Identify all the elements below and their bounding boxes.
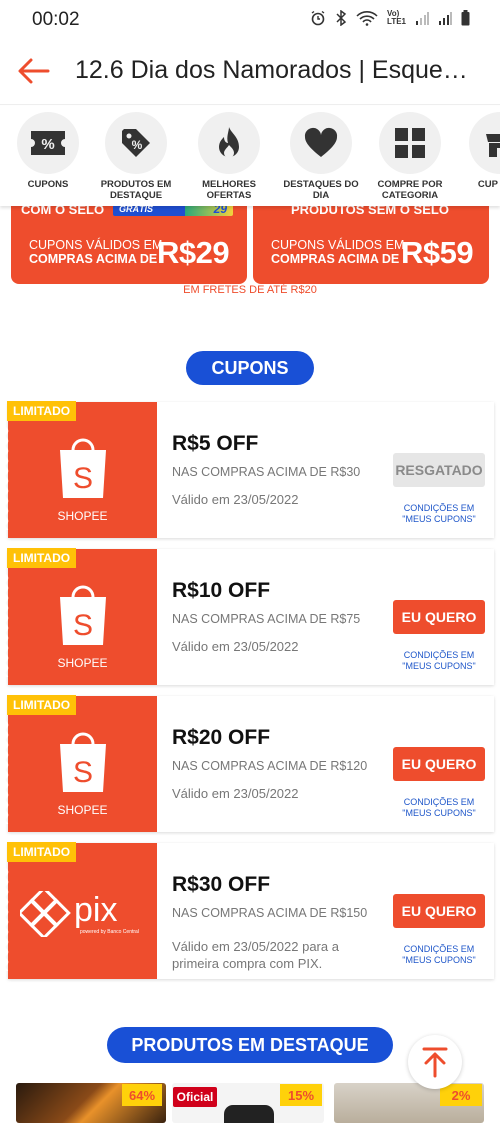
shopee-bag-icon: S — [60, 585, 106, 645]
coupon-min-spend: NAS COMPRAS ACIMA DE R$150 — [172, 906, 368, 920]
store-icon — [469, 112, 500, 174]
category-melhores-ofertas[interactable]: MELHORES OFERTAS — [184, 112, 274, 201]
back-arrow-icon[interactable] — [16, 56, 50, 86]
wifi-icon — [356, 11, 378, 26]
coupon-icon: % — [17, 112, 79, 174]
frete-note: EM FRETES DE ATÉ R$20 — [183, 284, 317, 296]
signal-2-icon — [439, 12, 452, 25]
coupon-min-spend: NAS COMPRAS ACIMA DE R$120 — [172, 759, 368, 773]
coupon-min-spend: NAS COMPRAS ACIMA DE R$30 — [172, 465, 361, 479]
coupon-card: S SHOPEE LIMITADO R$20 OFF NAS COMPRAS A… — [4, 695, 494, 832]
svg-text:S: S — [73, 462, 93, 495]
coupon-amount: R$20 OFF — [172, 726, 271, 749]
conditions-link[interactable]: CONDIÇÕES EM "MEUS CUPONS" — [393, 650, 485, 672]
free-shipping-banners: COM O SELO GRÁTIS 29 CUPONS VÁLIDOS EM C… — [0, 206, 500, 286]
limited-badge: LIMITADO — [7, 842, 77, 862]
svg-text:S: S — [73, 756, 93, 789]
section-title-produtos-destaque: PRODUTOS EM DESTAQUE — [107, 1027, 393, 1063]
limited-badge: LIMITADO — [7, 695, 77, 715]
bluetooth-icon — [336, 10, 347, 26]
banner-amount: R$29 — [157, 235, 230, 270]
coupon-validity: Válido em 23/05/2022 — [172, 786, 299, 801]
coupon-card: S SHOPEE LIMITADO R$10 OFF NAS COMPRAS A… — [4, 548, 494, 685]
scroll-to-top-button[interactable] — [408, 1035, 462, 1089]
grid-icon — [379, 112, 441, 174]
banner-r29[interactable]: COM O SELO GRÁTIS 29 CUPONS VÁLIDOS EM C… — [11, 206, 247, 284]
header: 12.6 Dia dos Namorados | Esque… — [0, 40, 500, 105]
svg-text:powered by Banco Central: powered by Banco Central — [80, 929, 139, 935]
coupon-validity: Válido em 23/05/2022 para a primeira com… — [172, 939, 339, 971]
category-label: DESTAQUES DO DIA — [283, 179, 359, 201]
coupon-brand-panel: S SHOPEE — [4, 696, 157, 832]
coupon-validity: Válido em 23/05/2022 — [172, 639, 299, 654]
coupon-validity: Válido em 23/05/2022 — [172, 492, 299, 507]
coupon-min-spend: NAS COMPRAS ACIMA DE R$75 — [172, 612, 361, 626]
limited-badge: LIMITADO — [7, 548, 77, 568]
signal-1-icon — [416, 12, 429, 25]
discount-badge: 64% — [122, 1084, 162, 1106]
conditions-link[interactable]: CONDIÇÕES EM "MEUS CUPONS" — [393, 797, 485, 819]
category-strip: % CUPONS % PRODUTOS EM DESTAQUE MELHORES… — [0, 106, 500, 206]
coupon-amount: R$30 OFF — [172, 873, 271, 896]
conditions-link[interactable]: CONDIÇÕES EM "MEUS CUPONS" — [393, 503, 485, 525]
official-store-badge: Oficial — [173, 1087, 217, 1107]
coupon-card: S SHOPEE LIMITADO R$5 OFF NAS COMPRAS AC… — [4, 401, 494, 538]
banner-top-text: COM O SELO — [21, 206, 105, 217]
discount-badge: 2% — [440, 1084, 482, 1106]
coupon-amount: R$5 OFF — [172, 432, 259, 455]
shopee-bag-icon: S — [60, 732, 106, 792]
svg-text:pix: pix — [74, 891, 117, 929]
coupon-brand-panel: pix powered by Banco Central — [4, 843, 157, 979]
category-cupons[interactable]: % CUPONS — [3, 112, 93, 190]
limited-badge: LIMITADO — [7, 401, 77, 421]
price-tag-icon: % — [105, 112, 167, 174]
status-icons: Vo) LTE1 — [310, 10, 470, 26]
category-compre-por-categoria[interactable]: COMPRE POR CATEGORIA — [365, 112, 455, 201]
brand-label: SHOPEE — [57, 656, 108, 670]
brand-label: SHOPEE — [57, 509, 108, 523]
pix-logo-icon: pix powered by Banco Central — [20, 891, 139, 937]
category-label: PRODUTOS EM DESTAQUE — [100, 179, 172, 201]
banner-top-text: PRODUTOS SEM O SELO — [291, 206, 449, 217]
category-destaques-dia[interactable]: DESTAQUES DO DIA — [276, 112, 366, 201]
brand-label: SHOPEE — [57, 803, 108, 817]
shopee-bag-icon: S — [60, 438, 106, 498]
coupon-amount: R$10 OFF — [172, 579, 271, 602]
section-title-cupons: CUPONS — [186, 351, 314, 385]
eu-quero-button[interactable]: EU QUERO — [393, 747, 485, 781]
category-label: MELHORES OFERTAS — [202, 179, 256, 201]
coupon-card: pix powered by Banco Central LIMITADO R$… — [4, 842, 494, 979]
resgatado-button: RESGATADO — [393, 453, 485, 487]
banner-text: CUPONS VÁLIDOS EM COMPRAS ACIMA DE — [29, 238, 163, 266]
battery-icon — [461, 10, 470, 26]
category-cupons-loja[interactable]: CUP DE L — [455, 112, 500, 190]
eu-quero-button[interactable]: EU QUERO — [393, 600, 485, 634]
category-produtos-destaque[interactable]: % PRODUTOS EM DESTAQUE — [91, 112, 181, 201]
banner-r59[interactable]: PRODUTOS SEM O SELO CUPONS VÁLIDOS EM CO… — [253, 206, 489, 284]
svg-text:%: % — [132, 138, 143, 152]
eu-quero-button[interactable]: EU QUERO — [393, 894, 485, 928]
clock: 00:02 — [32, 9, 80, 30]
category-label: CUPONS — [27, 179, 69, 190]
banner-amount: R$59 — [401, 235, 474, 270]
heart-icon — [290, 112, 352, 174]
network-type: Vo) LTE1 — [387, 9, 406, 26]
arrow-up-icon — [422, 1047, 448, 1078]
svg-text:%: % — [41, 136, 54, 153]
status-bar: 00:02 Vo) LTE1 — [0, 0, 500, 40]
alarm-icon — [311, 10, 325, 26]
discount-badge: 15% — [280, 1084, 322, 1106]
banner-text: CUPONS VÁLIDOS EM COMPRAS ACIMA DE — [271, 238, 405, 266]
page-title: 12.6 Dia dos Namorados | Esque… — [75, 56, 468, 84]
coupon-brand-panel: S SHOPEE — [4, 549, 157, 685]
flame-icon — [198, 112, 260, 174]
category-label: CUP DE L — [477, 179, 500, 190]
coupon-brand-panel: S SHOPEE — [4, 402, 157, 538]
frete-gratis-badge: GRÁTIS 29 — [113, 206, 233, 216]
conditions-link[interactable]: CONDIÇÕES EM "MEUS CUPONS" — [393, 944, 485, 966]
category-label: COMPRE POR CATEGORIA — [377, 179, 443, 201]
svg-text:S: S — [73, 609, 93, 642]
